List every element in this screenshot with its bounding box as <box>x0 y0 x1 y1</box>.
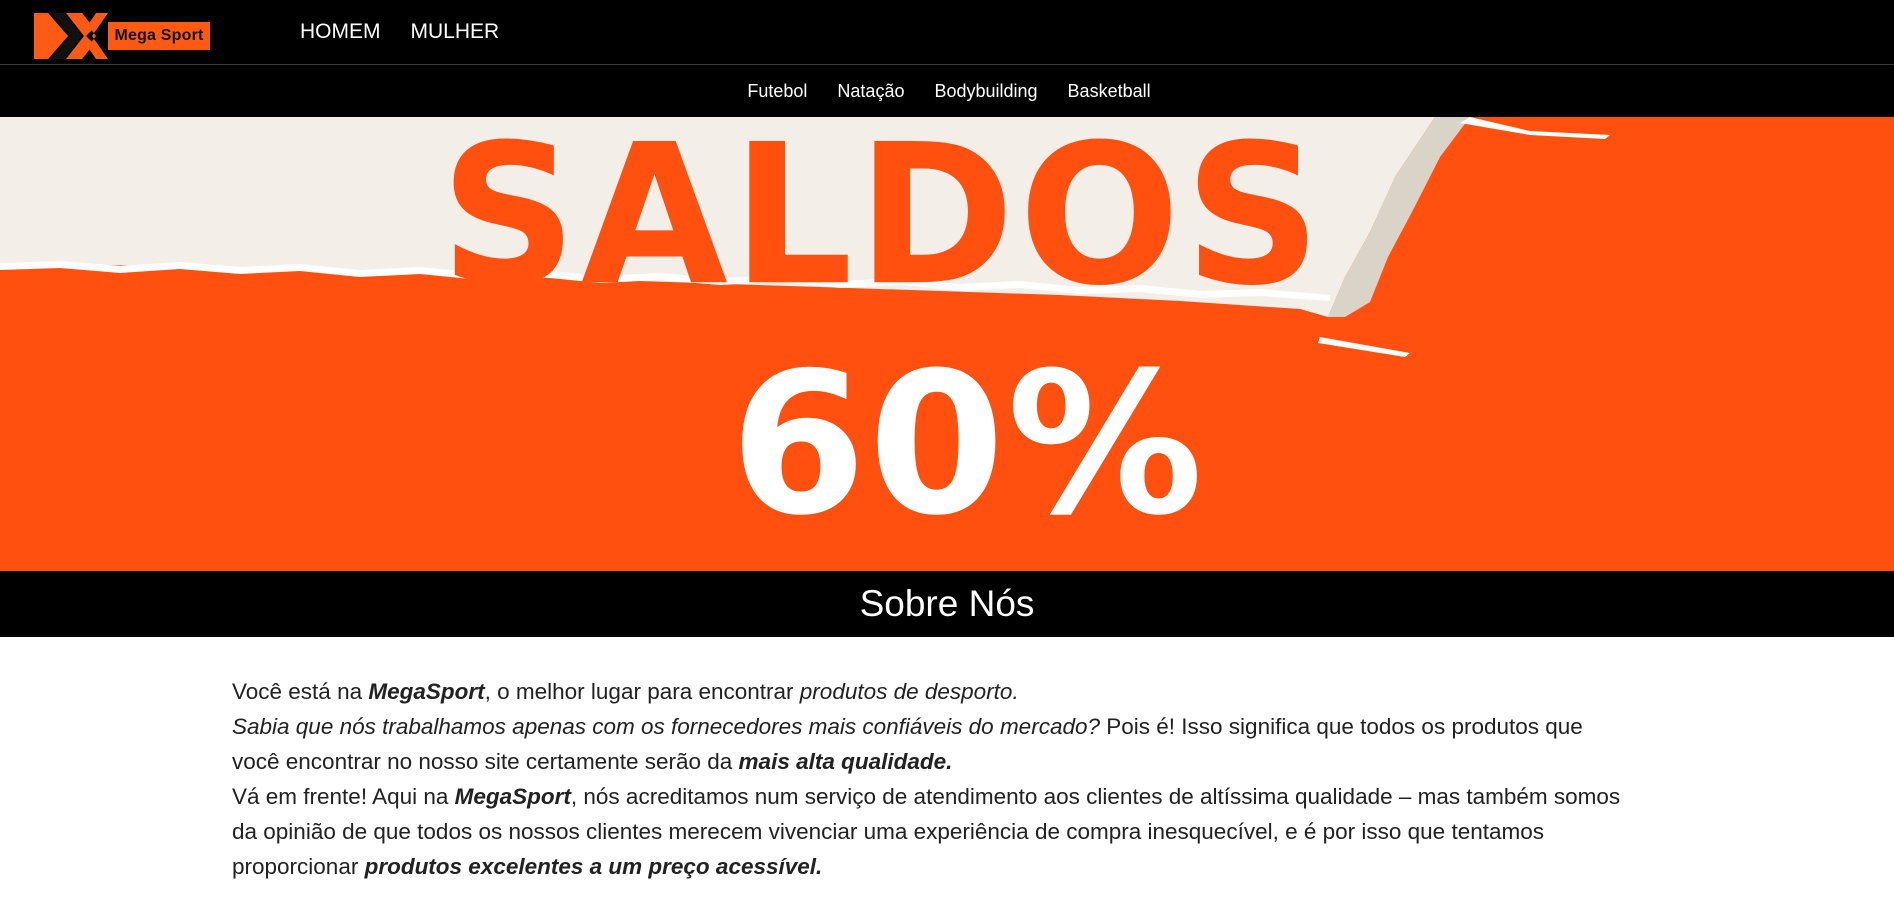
text-emphasis: Sabia que nós trabalhamos apenas com os … <box>232 714 1100 739</box>
about-title-bar: Sobre Nós <box>0 571 1894 637</box>
text-emphasis: produtos de desporto. <box>799 679 1019 704</box>
about-text: Você está na MegaSport, o melhor lugar p… <box>232 674 1622 884</box>
text-segment: Você está na <box>232 679 369 704</box>
subnav-item-bodybuilding[interactable]: Bodybuilding <box>934 80 1037 102</box>
x-logo-icon <box>34 13 108 59</box>
subnav-item-natacao[interactable]: Natação <box>837 80 904 102</box>
sale-banner[interactable]: SALDOS até 60% <box>0 117 1894 571</box>
about-paragraph-3: Vá em frente! Aqui na MegaSport, nós acr… <box>232 779 1622 884</box>
text-segment: Vá em frente! Aqui na <box>232 784 455 809</box>
nav-item-homem[interactable]: HOMEM <box>300 19 381 45</box>
text-strong-emphasis: mais alta qualidade. <box>738 749 953 774</box>
brand-mention: MegaSport <box>368 679 485 704</box>
about-paragraph-2: Sabia que nós trabalhamos apenas com os … <box>232 709 1622 779</box>
nav-item-mulher[interactable]: MULHER <box>411 19 500 45</box>
sale-headline: SALDOS <box>440 117 1326 329</box>
subnav-item-futebol[interactable]: Futebol <box>747 80 807 102</box>
main-nav: HOMEM MULHER <box>300 19 499 45</box>
brand-name: Mega Sport <box>108 22 210 50</box>
sale-discount: 60% <box>730 331 1206 559</box>
brand-mention: MegaSport <box>454 784 571 809</box>
subnav-item-basketball[interactable]: Basketball <box>1068 80 1151 102</box>
sports-subnav-bar: Futebol Natação Bodybuilding Basketball <box>0 65 1894 117</box>
text-segment: , o melhor lugar para encontrar <box>484 679 800 704</box>
top-navbar: Mega Sport HOMEM MULHER <box>0 0 1894 65</box>
about-title: Sobre Nós <box>859 583 1035 624</box>
text-strong-emphasis: produtos excelentes a um preço acessível… <box>364 854 823 879</box>
sports-subnav: Futebol Natação Bodybuilding Basketball <box>0 80 1894 102</box>
about-paragraph-1: Você está na MegaSport, o melhor lugar p… <box>232 674 1622 709</box>
megasport-logo[interactable]: Mega Sport <box>34 13 218 59</box>
